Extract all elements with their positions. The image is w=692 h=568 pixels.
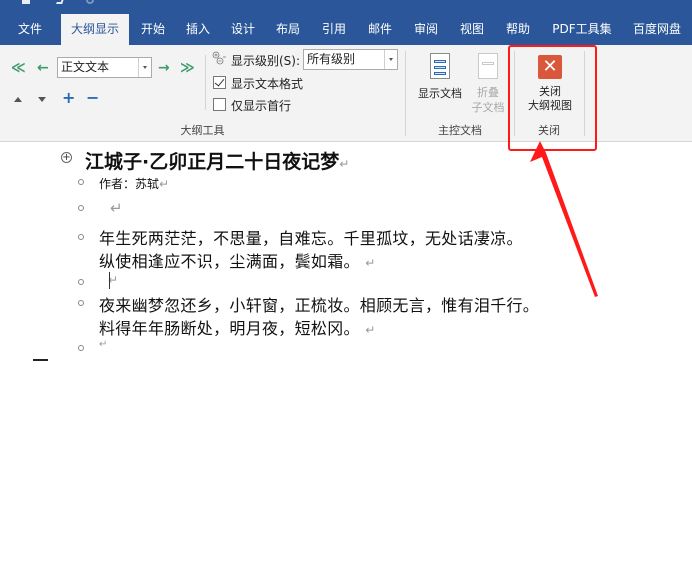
paragraph-2-line-2: 料得年年肠断处，明月夜，短松冈。 ↵ bbox=[99, 319, 376, 338]
collapse-subdocuments-label-2: 子文档 bbox=[471, 101, 505, 114]
paragraph-2-line-1: 夜来幽梦忽还乡，小轩窗，正梳妆。相顾无言，惟有泪千行。 bbox=[99, 296, 540, 315]
tab-help[interactable]: 帮助 bbox=[499, 14, 537, 45]
show-level-icon bbox=[212, 51, 226, 65]
show-document-label: 显示文档 bbox=[418, 87, 462, 100]
show-document-button[interactable]: 显示文档 bbox=[413, 85, 467, 101]
body-bullet-icon bbox=[78, 279, 84, 285]
collapse-button[interactable]: − bbox=[86, 90, 99, 106]
tab-references[interactable]: 引用 bbox=[315, 14, 353, 45]
promote-button[interactable]: ← bbox=[37, 60, 49, 76]
body-bullet-icon bbox=[78, 345, 84, 351]
text-cursor bbox=[109, 272, 110, 289]
tab-mailings[interactable]: 邮件 bbox=[361, 14, 399, 45]
tab-design[interactable]: 设计 bbox=[224, 14, 262, 45]
body-bullet-icon bbox=[78, 205, 84, 211]
save-icon[interactable] bbox=[22, 0, 30, 4]
show-text-formatting-checkbox[interactable] bbox=[213, 76, 226, 89]
expand-button[interactable]: + bbox=[62, 90, 75, 106]
tab-home[interactable]: 开始 bbox=[134, 14, 172, 45]
outline-author: 作者：苏轼↵ bbox=[99, 177, 170, 191]
separator bbox=[205, 55, 206, 110]
chevron-down-icon[interactable] bbox=[384, 50, 397, 69]
promote-to-heading1-button[interactable]: ≪ bbox=[11, 60, 26, 76]
outline-level-dropdown[interactable]: 正文文本 bbox=[57, 57, 152, 78]
show-level-value: 所有级别 bbox=[307, 52, 356, 66]
body-bullet-icon bbox=[78, 300, 84, 306]
paragraph-1-line-1: 年生死两茫茫，不思量，自难忘。千里孤坟，无处话凄凉。 bbox=[99, 229, 523, 248]
collapse-subdocuments-label-1: 折叠 bbox=[477, 86, 499, 99]
show-first-line-only-label[interactable]: 仅显示首行 bbox=[231, 97, 291, 114]
end-of-document-marker bbox=[33, 359, 48, 361]
empty-paragraph: ↵ bbox=[99, 339, 108, 350]
tab-outline[interactable]: 大纲显示 bbox=[61, 14, 129, 45]
master-document-group-label: 主控文档 bbox=[438, 124, 482, 137]
redo-icon[interactable] bbox=[86, 0, 94, 4]
title-bar bbox=[0, 0, 692, 14]
move-up-button[interactable] bbox=[14, 97, 22, 102]
collapse-subdocuments-button[interactable]: 折叠 子文档 bbox=[468, 85, 508, 115]
outline-tools-group-label: 大纲工具 bbox=[180, 124, 225, 137]
show-text-formatting-label[interactable]: 显示文本格式 bbox=[231, 75, 303, 92]
paragraph-1-line-2: 纵使相逢应不识，尘满面，鬓如霜。 ↵ bbox=[99, 252, 376, 271]
tab-file[interactable]: 文件 bbox=[8, 14, 52, 45]
show-document-icon bbox=[430, 53, 450, 79]
show-level-dropdown[interactable]: 所有级别 bbox=[303, 49, 398, 70]
tab-baidu-netdisk[interactable]: 百度网盘 bbox=[626, 14, 688, 45]
demote-to-body-button[interactable]: ≫ bbox=[180, 60, 195, 76]
tab-insert[interactable]: 插入 bbox=[179, 14, 217, 45]
show-first-line-only-checkbox[interactable] bbox=[213, 98, 226, 111]
ribbon-tab-bar: 文件 大纲显示 开始 插入 设计 布局 引用 邮件 审阅 视图 帮助 PDF工具… bbox=[0, 14, 692, 45]
chevron-down-icon[interactable] bbox=[138, 58, 151, 77]
body-bullet-icon bbox=[78, 234, 84, 240]
collapse-subdocuments-icon bbox=[478, 53, 498, 79]
show-level-label: 显示级别(S): bbox=[231, 54, 301, 68]
document-area[interactable]: + 江城子·乙卯正月二十日夜记梦↵ 作者：苏轼↵ ↵ 年生死两茫茫，不思量，自难… bbox=[0, 143, 692, 568]
body-bullet-icon bbox=[78, 179, 84, 185]
demote-button[interactable]: → bbox=[158, 60, 170, 76]
tab-pdf-tools[interactable]: PDF工具集 bbox=[546, 14, 618, 45]
annotation-highlight-box bbox=[508, 45, 597, 151]
outline-heading: 江城子·乙卯正月二十日夜记梦↵ bbox=[85, 151, 350, 173]
tab-view[interactable]: 视图 bbox=[453, 14, 491, 45]
outline-level-value: 正文文本 bbox=[61, 60, 110, 74]
undo-icon[interactable] bbox=[56, 0, 64, 4]
expand-heading-icon[interactable]: + bbox=[61, 152, 72, 163]
tab-review[interactable]: 审阅 bbox=[407, 14, 445, 45]
tab-layout[interactable]: 布局 bbox=[269, 14, 307, 45]
empty-paragraph: ↵ bbox=[110, 199, 123, 217]
move-down-button[interactable] bbox=[38, 97, 46, 102]
